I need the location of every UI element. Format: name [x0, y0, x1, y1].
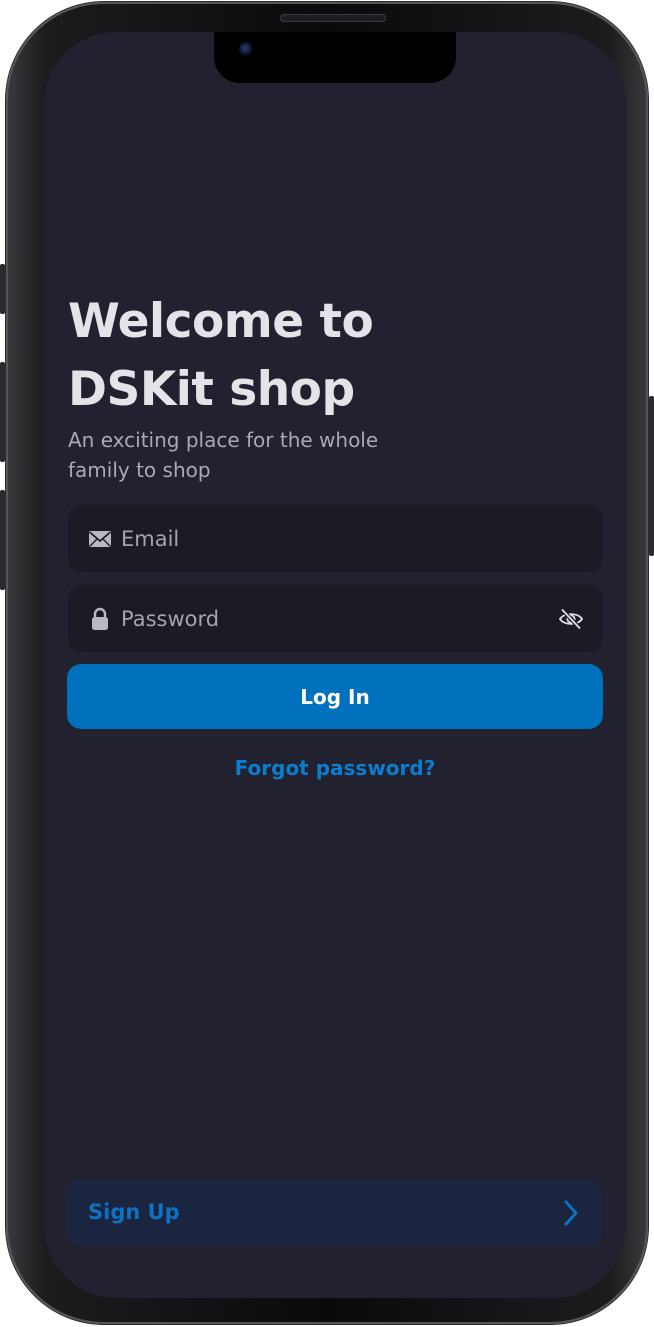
- phone-frame: Welcome to DSKit shop An exciting place f…: [0, 2, 654, 1324]
- email-input[interactable]: [121, 505, 541, 572]
- power-button: [649, 396, 654, 556]
- volume-down-button: [0, 490, 5, 590]
- chevron-right-icon: [564, 1200, 578, 1226]
- action-button: [0, 264, 5, 314]
- app-screen: Welcome to DSKit shop An exciting place f…: [44, 32, 626, 1298]
- front-camera: [239, 42, 253, 56]
- page-subtitle: An exciting place for the whole family t…: [68, 428, 379, 482]
- envelope-icon: [88, 531, 112, 547]
- forgot-password-link[interactable]: Forgot password?: [44, 756, 626, 780]
- eye-slash-icon[interactable]: [558, 606, 584, 632]
- page-title: Welcome to DSKit shop: [68, 288, 568, 424]
- lock-icon: [92, 607, 108, 630]
- notch: [214, 32, 456, 83]
- login-button[interactable]: Log In: [67, 664, 603, 729]
- title-line-2: DSKit shop: [68, 362, 355, 417]
- sign-up-button[interactable]: Sign Up: [67, 1180, 603, 1246]
- password-input[interactable]: [121, 585, 541, 652]
- sign-up-label: Sign Up: [88, 1200, 180, 1224]
- volume-up-button: [0, 362, 5, 462]
- email-field[interactable]: [68, 505, 603, 572]
- password-field[interactable]: [68, 585, 603, 652]
- title-line-1: Welcome to: [68, 294, 374, 349]
- earpiece-speaker: [280, 14, 386, 22]
